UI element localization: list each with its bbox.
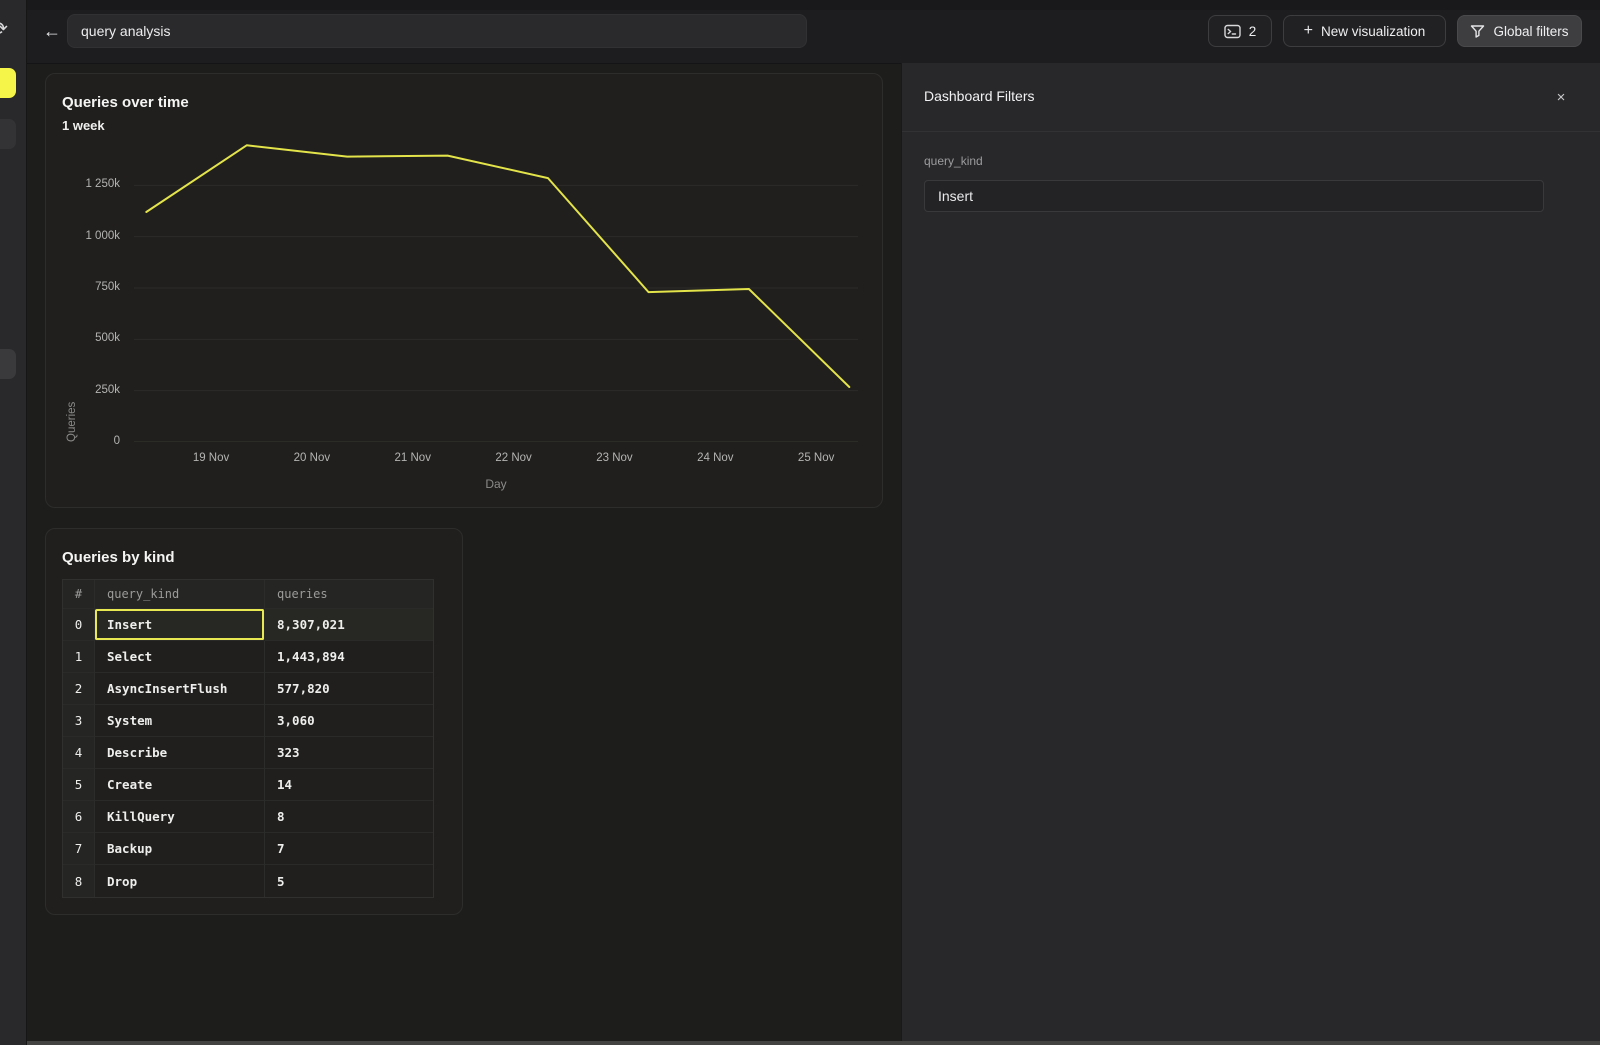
- query-kind-cell[interactable]: Select: [95, 641, 265, 673]
- plus-icon: +: [1304, 22, 1313, 40]
- queries-count-cell[interactable]: 577,820: [265, 673, 433, 705]
- x-tick-label: 22 Nov: [474, 452, 554, 464]
- chart-card-title: Queries over time: [62, 94, 189, 111]
- back-button[interactable]: ←: [38, 17, 66, 45]
- queries-count-cell[interactable]: 14: [265, 769, 433, 801]
- query-kind-filter-label: query_kind: [924, 154, 983, 168]
- history-icon[interactable]: ⟳: [0, 19, 8, 41]
- chart-plot-canvas[interactable]: [134, 134, 858, 442]
- x-tick-label: 19 Nov: [171, 452, 251, 464]
- table-row: 1Select1,443,894: [63, 641, 433, 673]
- queries-count-cell[interactable]: 1,443,894: [265, 641, 433, 673]
- x-tick-label: 21 Nov: [373, 452, 453, 464]
- queries-count-cell[interactable]: 5: [265, 865, 433, 897]
- dashboard-filters-panel: Dashboard Filters × query_kind: [901, 63, 1600, 1045]
- left-sidebar-strip: ⟳: [0, 0, 27, 1045]
- row-index-cell: 5: [63, 769, 95, 801]
- query-kind-cell[interactable]: Drop: [95, 865, 265, 897]
- query-kind-cell[interactable]: Backup: [95, 833, 265, 865]
- console-queries-button[interactable]: 2: [1208, 15, 1272, 47]
- window-top-band: [26, 0, 1600, 10]
- chart-card-subtitle: 1 week: [62, 118, 105, 133]
- filters-panel-title: Dashboard Filters: [924, 88, 1035, 104]
- queries-count-cell[interactable]: 8: [265, 801, 433, 833]
- row-index-cell: 0: [63, 609, 95, 641]
- new-visualization-button[interactable]: + New visualization: [1283, 15, 1446, 47]
- global-filters-button[interactable]: Global filters: [1457, 15, 1582, 47]
- table-card-title: Queries by kind: [62, 549, 175, 566]
- query-kind-filter-input[interactable]: [924, 180, 1544, 212]
- query-kind-cell[interactable]: System: [95, 705, 265, 737]
- query-kind-cell[interactable]: Describe: [95, 737, 265, 769]
- global-filters-label: Global filters: [1493, 24, 1568, 39]
- x-tick-label: 23 Nov: [574, 452, 654, 464]
- column-header-index: #: [63, 580, 95, 609]
- query-kind-cell[interactable]: Create: [95, 769, 265, 801]
- y-tick-label: 1 250k: [62, 178, 120, 190]
- queries-over-time-card: Queries over time 1 week Queries 0250k50…: [45, 73, 883, 508]
- queries-count-cell[interactable]: 8,307,021: [265, 609, 433, 641]
- x-tick-label: 25 Nov: [776, 452, 856, 464]
- row-index-cell: 1: [63, 641, 95, 673]
- table-row: 8Drop5: [63, 865, 433, 897]
- x-tick-label: 20 Nov: [272, 452, 352, 464]
- y-tick-label: 500k: [62, 332, 120, 344]
- queries-by-kind-table: #query_kindqueries0Insert8,307,0211Selec…: [62, 579, 434, 898]
- row-index-cell: 4: [63, 737, 95, 769]
- funnel-icon: [1470, 24, 1485, 39]
- query-kind-cell[interactable]: Insert: [95, 609, 265, 641]
- row-index-cell: 6: [63, 801, 95, 833]
- filters-panel-divider: [902, 131, 1600, 132]
- console-count-badge: 2: [1249, 24, 1257, 39]
- column-header-query_kind: query_kind: [95, 580, 265, 609]
- table-row: 2AsyncInsertFlush577,820: [63, 673, 433, 705]
- sidebar-item-active-dashboard[interactable]: [0, 68, 16, 98]
- queries-count-cell[interactable]: 323: [265, 737, 433, 769]
- bottom-edge-strip: [26, 1041, 1600, 1045]
- y-tick-label: 1 000k: [62, 230, 120, 242]
- row-index-cell: 3: [63, 705, 95, 737]
- table-row: 3System3,060: [63, 705, 433, 737]
- dashboard-title-input[interactable]: [67, 14, 807, 48]
- table-header-row: #query_kindqueries: [63, 580, 433, 609]
- queries-count-cell[interactable]: 7: [265, 833, 433, 865]
- column-header-queries: queries: [265, 580, 433, 609]
- row-index-cell: 7: [63, 833, 95, 865]
- row-index-cell: 8: [63, 865, 95, 897]
- query-kind-cell[interactable]: AsyncInsertFlush: [95, 673, 265, 705]
- table-row: 6KillQuery8: [63, 801, 433, 833]
- new-visualization-label: New visualization: [1321, 24, 1425, 39]
- y-tick-label: 250k: [62, 384, 120, 396]
- top-toolbar: ← 2 + New visualization Global filters: [26, 0, 1600, 64]
- close-icon[interactable]: ×: [1550, 86, 1572, 108]
- table-row: 0Insert8,307,021: [63, 609, 433, 641]
- queries-count-cell[interactable]: 3,060: [265, 705, 433, 737]
- table-row: 5Create14: [63, 769, 433, 801]
- y-tick-label: 750k: [62, 281, 120, 293]
- sidebar-item-2[interactable]: [0, 119, 16, 149]
- terminal-icon: [1224, 24, 1241, 39]
- dashboard-app: ⟳ ← 2 + New visualization Global filters: [0, 0, 1600, 1045]
- sidebar-item-3[interactable]: [0, 349, 16, 379]
- queries-series-line: [146, 145, 849, 387]
- line-chart[interactable]: Queries 0250k500k750k1 000k1 250k19 Nov2…: [62, 134, 868, 494]
- table-row: 4Describe323: [63, 737, 433, 769]
- table-row: 7Backup7: [63, 833, 433, 865]
- query-kind-cell[interactable]: KillQuery: [95, 801, 265, 833]
- x-tick-label: 24 Nov: [675, 452, 755, 464]
- y-tick-label: 0: [62, 435, 120, 447]
- queries-by-kind-card: Queries by kind #query_kindqueries0Inser…: [45, 528, 463, 915]
- x-axis-title: Day: [456, 477, 536, 491]
- row-index-cell: 2: [63, 673, 95, 705]
